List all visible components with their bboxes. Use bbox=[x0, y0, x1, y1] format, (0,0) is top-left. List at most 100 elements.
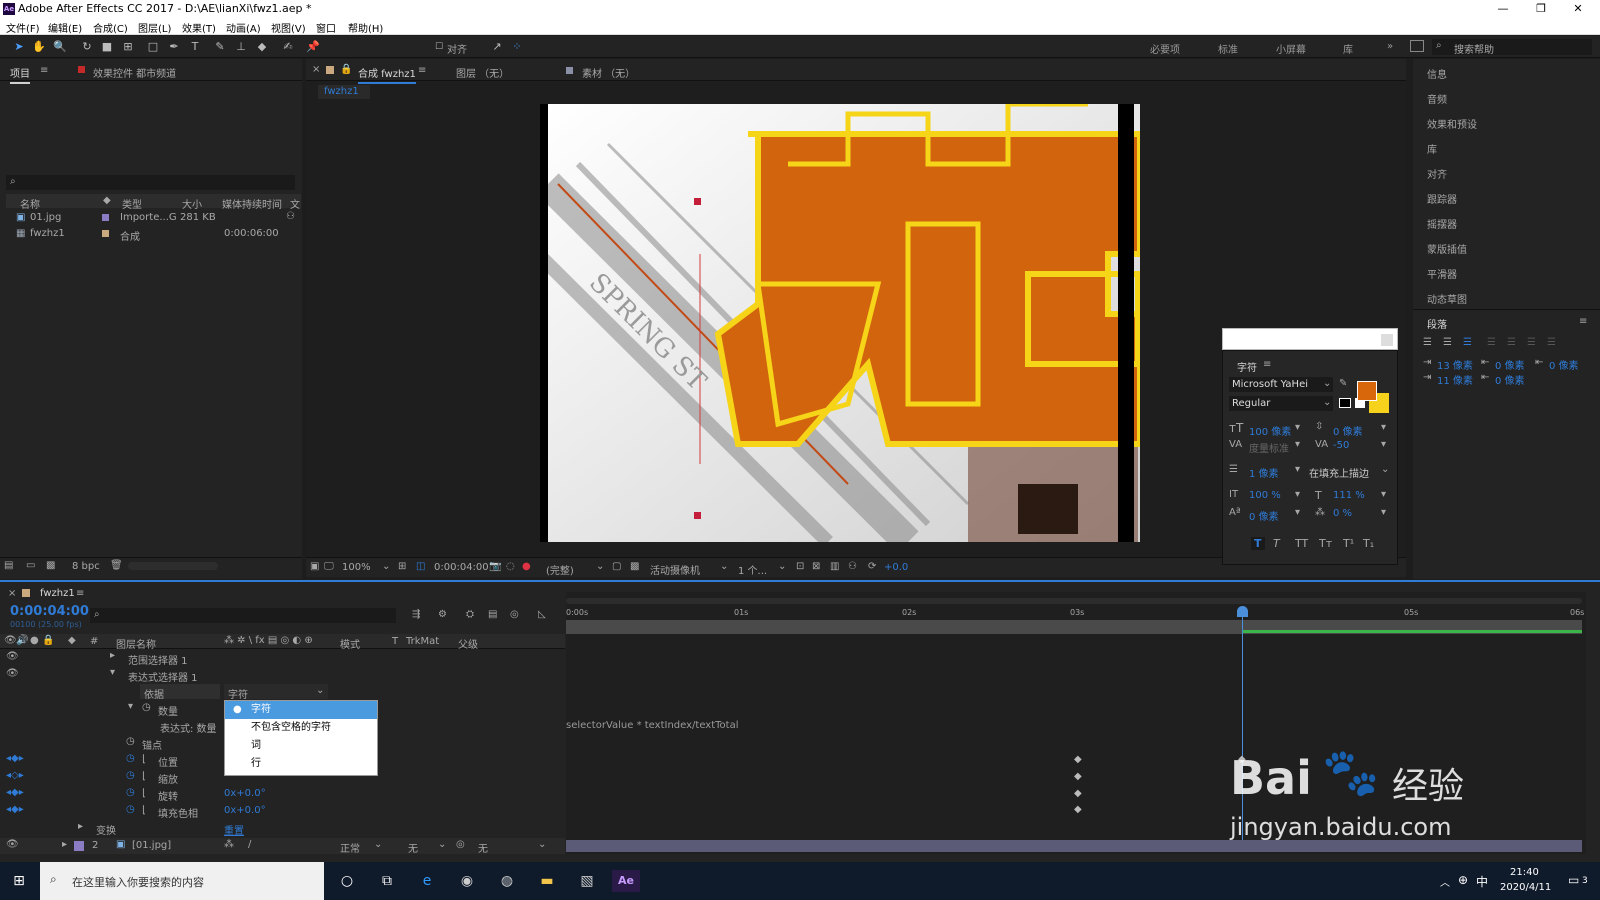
chevron-down-icon[interactable]: ▾ bbox=[1295, 507, 1300, 518]
superscript-button[interactable]: T¹ bbox=[1343, 537, 1354, 550]
row-position[interactable]: 位置 bbox=[158, 754, 178, 769]
tab-effect-controls[interactable]: 效果控件 都市频道 bbox=[93, 65, 176, 80]
workspace-more-icon[interactable]: » bbox=[1387, 41, 1393, 52]
panel-audio[interactable]: 音频 bbox=[1427, 91, 1447, 106]
panel-motion-sketch[interactable]: 动态草图 bbox=[1427, 291, 1467, 306]
zoom-tool-icon[interactable]: 🔍 bbox=[53, 40, 67, 54]
quality-switch-icon[interactable]: / bbox=[248, 839, 251, 850]
stopwatch-icon[interactable]: ◷ bbox=[142, 702, 151, 713]
chevron-down-icon[interactable]: ▾ bbox=[1381, 489, 1386, 500]
panel-mask-interp[interactable]: 蒙版插值 bbox=[1427, 241, 1467, 256]
clock-time[interactable]: 21:40 bbox=[1510, 867, 1539, 878]
based-on-select[interactable]: 字符 ⌄ bbox=[224, 684, 328, 701]
black-swatch[interactable] bbox=[1339, 398, 1351, 408]
expression-text[interactable]: selectorValue * textIndex/textTotal bbox=[566, 720, 739, 731]
close-button[interactable]: ✕ bbox=[1555, 0, 1600, 18]
vertical-scale-value[interactable]: 100 % bbox=[1249, 490, 1281, 501]
row-anchor[interactable]: 锚点 bbox=[142, 737, 162, 752]
row-transform[interactable]: 变换 bbox=[96, 822, 116, 837]
row-rotation[interactable]: 旋转 bbox=[158, 788, 178, 803]
always-preview-icon[interactable]: ▣ bbox=[310, 561, 319, 572]
current-time[interactable]: 0:00:04:00 bbox=[434, 562, 489, 573]
column-mode[interactable]: 模式 bbox=[340, 636, 360, 651]
bit-depth-label[interactable]: 8 bpc bbox=[72, 561, 100, 572]
eye-icon[interactable]: 👁 bbox=[6, 668, 19, 679]
panel-wiggler[interactable]: 摇摆器 bbox=[1427, 216, 1457, 231]
stopwatch-icon[interactable]: ◷ bbox=[126, 753, 135, 764]
row-expression-amount[interactable]: 表达式: 数量 bbox=[160, 720, 217, 735]
panel-menu-icon[interactable]: ≡ bbox=[1579, 316, 1587, 327]
reset-link[interactable]: 重置 bbox=[224, 822, 244, 837]
collapse-arrow-icon[interactable]: ▾ bbox=[110, 667, 115, 678]
small-caps-button[interactable]: Tт bbox=[1319, 537, 1332, 550]
column-trkmat[interactable]: TrkMat bbox=[406, 636, 439, 647]
panel-menu-icon[interactable]: ≡ bbox=[40, 65, 48, 76]
menu-animation[interactable]: 动画(A) bbox=[226, 20, 261, 35]
show-snapshot-icon[interactable]: ◌ bbox=[506, 561, 515, 572]
pen-tool-icon[interactable]: ✒ bbox=[167, 40, 181, 54]
stopwatch-icon[interactable]: ◷ bbox=[126, 787, 135, 798]
app-icon[interactable]: ◍ bbox=[496, 870, 518, 892]
dropdown-option-word[interactable]: 词 bbox=[225, 737, 377, 755]
chevron-down-icon[interactable]: ⌄ bbox=[538, 839, 546, 850]
faux-italic-button[interactable]: T bbox=[1273, 537, 1280, 550]
rotation-value[interactable]: 0x+0.0° bbox=[224, 788, 266, 799]
indent-left-value[interactable]: 13 像素 bbox=[1437, 357, 1473, 372]
new-composition-icon[interactable]: ▩ bbox=[46, 560, 55, 571]
panel-info[interactable]: 信息 bbox=[1427, 66, 1447, 81]
hide-shy-icon[interactable]: ⛭ bbox=[466, 609, 474, 620]
windows-start-icon[interactable]: ⊞ bbox=[8, 870, 30, 892]
lock-icon[interactable]: 🔒 bbox=[340, 64, 352, 75]
snap-options-icon[interactable]: ⁘ bbox=[510, 40, 524, 54]
frame-blending-icon[interactable]: ▤ bbox=[488, 609, 497, 620]
font-style-select[interactable]: Regular ⌄ bbox=[1229, 396, 1333, 411]
column-parent[interactable]: 父级 bbox=[458, 636, 478, 651]
playhead-handle[interactable] bbox=[1237, 606, 1248, 617]
layer-name[interactable]: [01.jpg] bbox=[132, 840, 171, 851]
collapse-arrow-icon[interactable]: ▾ bbox=[128, 701, 133, 712]
pickwhip-icon[interactable]: ◎ bbox=[456, 839, 465, 850]
clone-stamp-tool-icon[interactable]: ⊥ bbox=[234, 40, 248, 54]
align-right-icon[interactable]: ☰ bbox=[1463, 337, 1472, 348]
column-duration[interactable]: 媒体持续时间 bbox=[222, 196, 282, 211]
stopwatch-icon[interactable]: ◷ bbox=[126, 736, 135, 747]
row-scale[interactable]: 缩放 bbox=[158, 771, 178, 786]
puppet-tool-icon[interactable]: 📌 bbox=[306, 40, 320, 54]
leading-value[interactable]: 0 像素 bbox=[1333, 423, 1363, 438]
panel-tracker[interactable]: 跟踪器 bbox=[1427, 191, 1457, 206]
space-after-value[interactable]: 0 像素 bbox=[1495, 372, 1525, 387]
font-size-value[interactable]: 100 像素 bbox=[1249, 423, 1291, 438]
delete-icon[interactable]: 🗑 bbox=[110, 560, 123, 571]
selection-tool-icon[interactable]: ➤ bbox=[12, 40, 26, 54]
fast-preview-icon[interactable]: ⊠ bbox=[812, 561, 820, 572]
clock-date[interactable]: 2020/4/11 bbox=[1500, 882, 1551, 893]
channel-icon[interactable]: ● bbox=[522, 561, 531, 572]
views-select[interactable]: 1 个... bbox=[738, 562, 767, 577]
tracking-value[interactable]: -50 bbox=[1333, 440, 1349, 451]
dropdown-option-line[interactable]: 行 bbox=[225, 755, 377, 773]
keyframe-icon[interactable]: ◆ bbox=[1074, 804, 1082, 815]
tsume-value[interactable]: 0 % bbox=[1333, 508, 1352, 519]
timeline-icon[interactable]: ▥ bbox=[830, 561, 839, 572]
transparency-grid-icon[interactable]: ▩ bbox=[630, 561, 639, 572]
solo-icon[interactable]: ● bbox=[30, 635, 39, 646]
notification-icon[interactable]: ▭ bbox=[1568, 873, 1579, 887]
chevron-down-icon[interactable]: ⌄ bbox=[382, 561, 390, 572]
comp-mini-flowchart-icon[interactable]: ⇶ bbox=[412, 609, 420, 620]
menu-window[interactable]: 窗口 bbox=[316, 20, 336, 35]
chevron-down-icon[interactable]: ▾ bbox=[1295, 439, 1300, 450]
tray-chevron-icon[interactable]: ︿ bbox=[1440, 874, 1450, 889]
menu-layer[interactable]: 图层(L) bbox=[138, 20, 171, 35]
comp-navigator-tab[interactable]: fwzhz1 bbox=[318, 85, 370, 99]
resolution-select[interactable]: (完整) bbox=[546, 562, 574, 577]
justify-all-icon[interactable]: ☰ bbox=[1547, 337, 1556, 348]
font-family-select[interactable]: Microsoft YaHei ⌄ bbox=[1229, 377, 1333, 392]
roto-brush-tool-icon[interactable]: ✍ bbox=[281, 40, 295, 54]
keyframe-nav-icon[interactable]: ◂◆▸ bbox=[6, 804, 24, 815]
eye-icon[interactable]: 👁 bbox=[6, 839, 19, 850]
stroke-mode-select[interactable]: 在填充上描边 bbox=[1309, 465, 1369, 480]
motion-blur-icon[interactable]: ◎ bbox=[510, 609, 519, 620]
panel-menu-icon[interactable]: ≡ bbox=[418, 65, 426, 76]
edge-icon[interactable]: e bbox=[416, 870, 438, 892]
keyframe-nav-icon[interactable]: ◂◆▸ bbox=[6, 787, 24, 798]
